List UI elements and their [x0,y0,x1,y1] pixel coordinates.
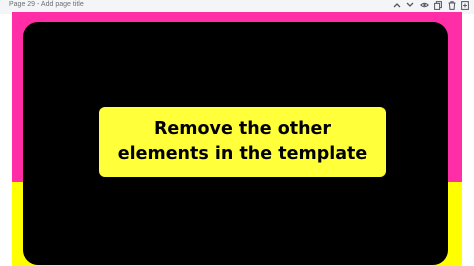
hide-page-button[interactable] [418,0,430,10]
add-page-button[interactable] [459,0,471,10]
delete-page-button[interactable] [446,0,458,10]
trash-icon [448,0,456,10]
add-page-icon [461,0,469,10]
hide-icon [419,2,429,8]
slide-canvas[interactable]: Remove the other elements in the templat… [12,12,462,266]
page-title[interactable]: Page 29 - Add page title [9,0,84,10]
move-page-up-button[interactable] [391,0,403,10]
move-page-down-button[interactable] [404,0,416,10]
duplicate-page-button[interactable] [432,0,444,10]
caption-text[interactable]: Remove the other elements in the templat… [107,117,379,167]
copy-icon [434,0,442,10]
chevron-down-icon [406,2,414,7]
caption-box[interactable]: Remove the other elements in the templat… [99,107,386,177]
chevron-up-icon [393,3,401,8]
